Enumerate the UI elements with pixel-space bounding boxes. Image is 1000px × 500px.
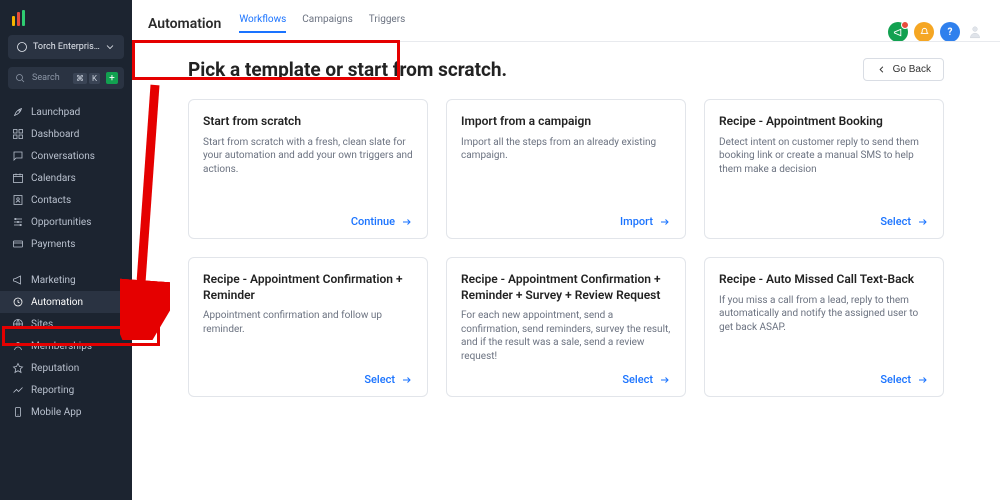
sidebar-nav: Launchpad Dashboard Conversations Calendars…	[0, 101, 132, 423]
template-card: Recipe - Auto Missed Call Text-Back If yo…	[704, 257, 944, 397]
memberships-icon	[12, 340, 24, 352]
payments-icon	[12, 238, 24, 250]
card-description: Appointment confirmation and follow up r…	[203, 309, 413, 336]
go-back-button[interactable]: Go Back	[863, 58, 944, 81]
sidebar-item-reputation[interactable]: Reputation	[0, 357, 132, 379]
card-title: Recipe - Appointment Booking	[719, 114, 929, 130]
sidebar-item-label: Sites	[31, 319, 53, 330]
search-shortcut: ⌘K	[73, 73, 100, 84]
card-description: Detect intent on customer reply to send …	[719, 136, 929, 177]
template-card: Recipe - Appointment Confirmation + Remi…	[446, 257, 686, 397]
workspace-switcher[interactable]: Torch Enterprise LLC	[8, 35, 124, 59]
template-card: Start from scratch Start from scratch wit…	[188, 99, 428, 239]
sidebar-item-label: Reputation	[31, 363, 79, 374]
sidebar-item-mobile-app[interactable]: Mobile App	[0, 401, 132, 423]
sidebar-item-automation[interactable]: Automation	[0, 291, 132, 313]
sidebar-item-label: Dashboard	[31, 129, 79, 140]
card-action-select[interactable]: Select	[880, 215, 929, 228]
sidebar-item-calendars[interactable]: Calendars	[0, 167, 132, 189]
card-description: Start from scratch with a fresh, clean s…	[203, 136, 413, 177]
sidebar-item-memberships[interactable]: Memberships	[0, 335, 132, 357]
template-card: Import from a campaign Import all the ste…	[446, 99, 686, 239]
card-title: Recipe - Auto Missed Call Text-Back	[719, 272, 929, 288]
sidebar-item-label: Marketing	[31, 275, 76, 286]
card-title: Recipe - Appointment Confirmation + Remi…	[203, 272, 413, 303]
sidebar-item-label: Launchpad	[31, 107, 80, 118]
card-action-select[interactable]: Select	[622, 373, 671, 386]
header-tabs: Workflows Campaigns Triggers	[239, 14, 405, 33]
sidebar-item-label: Contacts	[31, 195, 71, 206]
tab-campaigns[interactable]: Campaigns	[302, 14, 353, 33]
tab-triggers[interactable]: Triggers	[369, 14, 406, 33]
section-heading: Pick a template or start from scratch.	[188, 58, 507, 81]
sidebar-item-label: Automation	[31, 297, 83, 308]
reputation-icon	[12, 362, 24, 374]
card-description: If you miss a call from a lead, reply to…	[719, 294, 929, 335]
template-card: Recipe - Appointment Booking Detect inten…	[704, 99, 944, 239]
card-description: Import all the steps from an already exi…	[461, 136, 671, 163]
sidebar-item-label: Reporting	[31, 385, 74, 396]
main-area: ? Automation WorkflowsCampaignsTriggers …	[132, 0, 1000, 500]
search-input[interactable]: Search ⌘K +	[8, 67, 124, 89]
workspace-icon	[16, 41, 28, 53]
mobile-icon	[12, 406, 24, 418]
megaphone-icon	[12, 274, 24, 286]
sidebar-item-label: Payments	[31, 239, 75, 250]
chat-icon	[12, 150, 24, 162]
opportunity-icon	[12, 216, 24, 228]
sidebar-item-label: Opportunities	[31, 217, 91, 228]
sidebar-item-label: Memberships	[31, 341, 92, 352]
search-icon	[14, 72, 26, 84]
sidebar-item-reporting[interactable]: Reporting	[0, 379, 132, 401]
automation-icon	[12, 296, 24, 308]
card-action-continue[interactable]: Continue	[351, 215, 413, 228]
sidebar-item-marketing[interactable]: Marketing	[0, 269, 132, 291]
search-placeholder: Search	[32, 73, 67, 83]
template-grid: Start from scratch Start from scratch wit…	[188, 99, 944, 397]
card-action-import[interactable]: Import	[620, 215, 671, 228]
page-title: Automation	[148, 16, 221, 32]
card-action-select[interactable]: Select	[880, 373, 929, 386]
sidebar-item-launchpad[interactable]: Launchpad	[0, 101, 132, 123]
chevron-down-icon	[104, 41, 116, 53]
card-title: Recipe - Appointment Confirmation + Remi…	[461, 272, 671, 303]
reporting-icon	[12, 384, 24, 396]
sidebar-item-label: Mobile App	[31, 407, 81, 418]
sidebar-item-opportunities[interactable]: Opportunities	[0, 211, 132, 233]
dashboard-icon	[12, 128, 24, 140]
workspace-name: Torch Enterprise LLC	[33, 42, 104, 52]
rocket-icon	[12, 106, 24, 118]
card-title: Import from a campaign	[461, 114, 671, 130]
add-icon[interactable]: +	[106, 72, 118, 84]
sidebar-item-label: Calendars	[31, 173, 76, 184]
app-logo	[0, 0, 132, 35]
sidebar: Torch Enterprise LLC Search ⌘K + Launchp…	[0, 0, 132, 500]
sites-icon	[12, 318, 24, 330]
sidebar-item-conversations[interactable]: Conversations	[0, 145, 132, 167]
contacts-icon	[12, 194, 24, 206]
tab-workflows[interactable]: Workflows	[239, 14, 286, 33]
calendar-icon	[12, 172, 24, 184]
sidebar-item-sites[interactable]: Sites	[0, 313, 132, 335]
card-title: Start from scratch	[203, 114, 413, 130]
template-card: Recipe - Appointment Confirmation + Remi…	[188, 257, 428, 397]
page-header: Automation Workflows Campaigns Triggers	[132, 0, 1000, 42]
sidebar-item-dashboard[interactable]: Dashboard	[0, 123, 132, 145]
card-description: For each new appointment, send a confirm…	[461, 309, 671, 363]
sidebar-item-label: Conversations	[31, 151, 95, 162]
sidebar-item-payments[interactable]: Payments	[0, 233, 132, 255]
sidebar-item-contacts[interactable]: Contacts	[0, 189, 132, 211]
card-action-select[interactable]: Select	[364, 373, 413, 386]
